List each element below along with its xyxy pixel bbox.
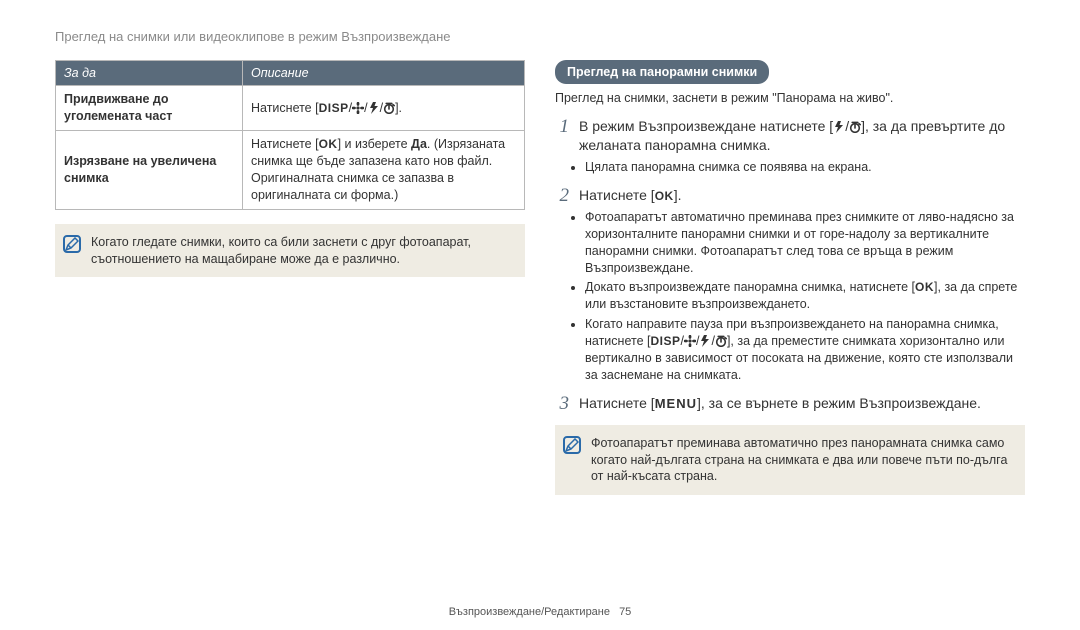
left-note: Когато гледате снимки, които са били зас…	[55, 224, 525, 278]
pencil-note-icon	[563, 436, 581, 454]
table-header-action: За да	[56, 60, 243, 86]
macro-icon	[352, 101, 364, 115]
section-heading: Преглед на панорамни снимки	[555, 60, 769, 85]
ok-icon: OK	[319, 137, 338, 151]
step-2: 2 Натиснете [OK].	[555, 186, 1025, 205]
macro-icon	[684, 334, 696, 348]
page-number: 75	[619, 606, 631, 618]
right-column: Преглед на панорамни снимки Преглед на с…	[555, 60, 1025, 496]
page-footer: Възпроизвеждане/Редактиране 75	[0, 605, 1080, 620]
row-label: Изрязване на увеличена снимка	[56, 131, 243, 210]
footer-section: Възпроизвеждане/Редактиране	[449, 606, 610, 618]
list-item: Цялата панорамна снимка се появява на ек…	[585, 159, 1025, 176]
table-row: Придвижване до уголемената част Натиснет…	[56, 86, 525, 131]
list-item: Фотоапаратът автоматично преминава през …	[585, 209, 1025, 277]
flash-icon	[368, 101, 380, 115]
page-title: Преглед на снимки или видеоклипове в реж…	[55, 28, 1025, 46]
disp-icon: DISP	[319, 101, 349, 115]
menu-icon: MENU	[655, 396, 697, 411]
flash-icon	[833, 120, 845, 134]
timer-icon	[383, 101, 395, 115]
table-row: Изрязване на увеличена снимка Натиснете …	[56, 131, 525, 210]
row-desc: Натиснете [DISP///].	[243, 86, 525, 131]
step-2-bullets: Фотоапаратът автоматично преминава през …	[555, 209, 1025, 384]
ok-icon: OK	[915, 280, 934, 294]
row-label: Придвижване до уголемената част	[56, 86, 243, 131]
table-header-desc: Описание	[243, 60, 525, 86]
row-desc: Натиснете [OK] и изберете Да. (Изрязанат…	[243, 131, 525, 210]
step-1-bullets: Цялата панорамна снимка се появява на ек…	[555, 159, 1025, 176]
timer-icon	[849, 120, 861, 134]
pencil-note-icon	[63, 235, 81, 253]
timer-icon	[715, 334, 727, 348]
step-3: 3 Натиснете [MENU], за се върнете в режи…	[555, 394, 1025, 413]
ok-icon: OK	[655, 189, 674, 203]
step-1: 1 В режим Възпроизвеждане натиснете [/],…	[555, 117, 1025, 155]
right-note: Фотоапаратът преминава автоматично през …	[555, 425, 1025, 496]
disp-icon: DISP	[650, 334, 680, 348]
list-item: Докато възпроизвеждате панорамна снимка,…	[585, 279, 1025, 313]
actions-table: За да Описание Придвижване до уголеменат…	[55, 60, 525, 210]
section-intro: Преглед на снимки, заснети в режим "Пано…	[555, 90, 1025, 107]
flash-icon	[699, 334, 711, 348]
list-item: Когато направите пауза при възпроизвежда…	[585, 316, 1025, 384]
